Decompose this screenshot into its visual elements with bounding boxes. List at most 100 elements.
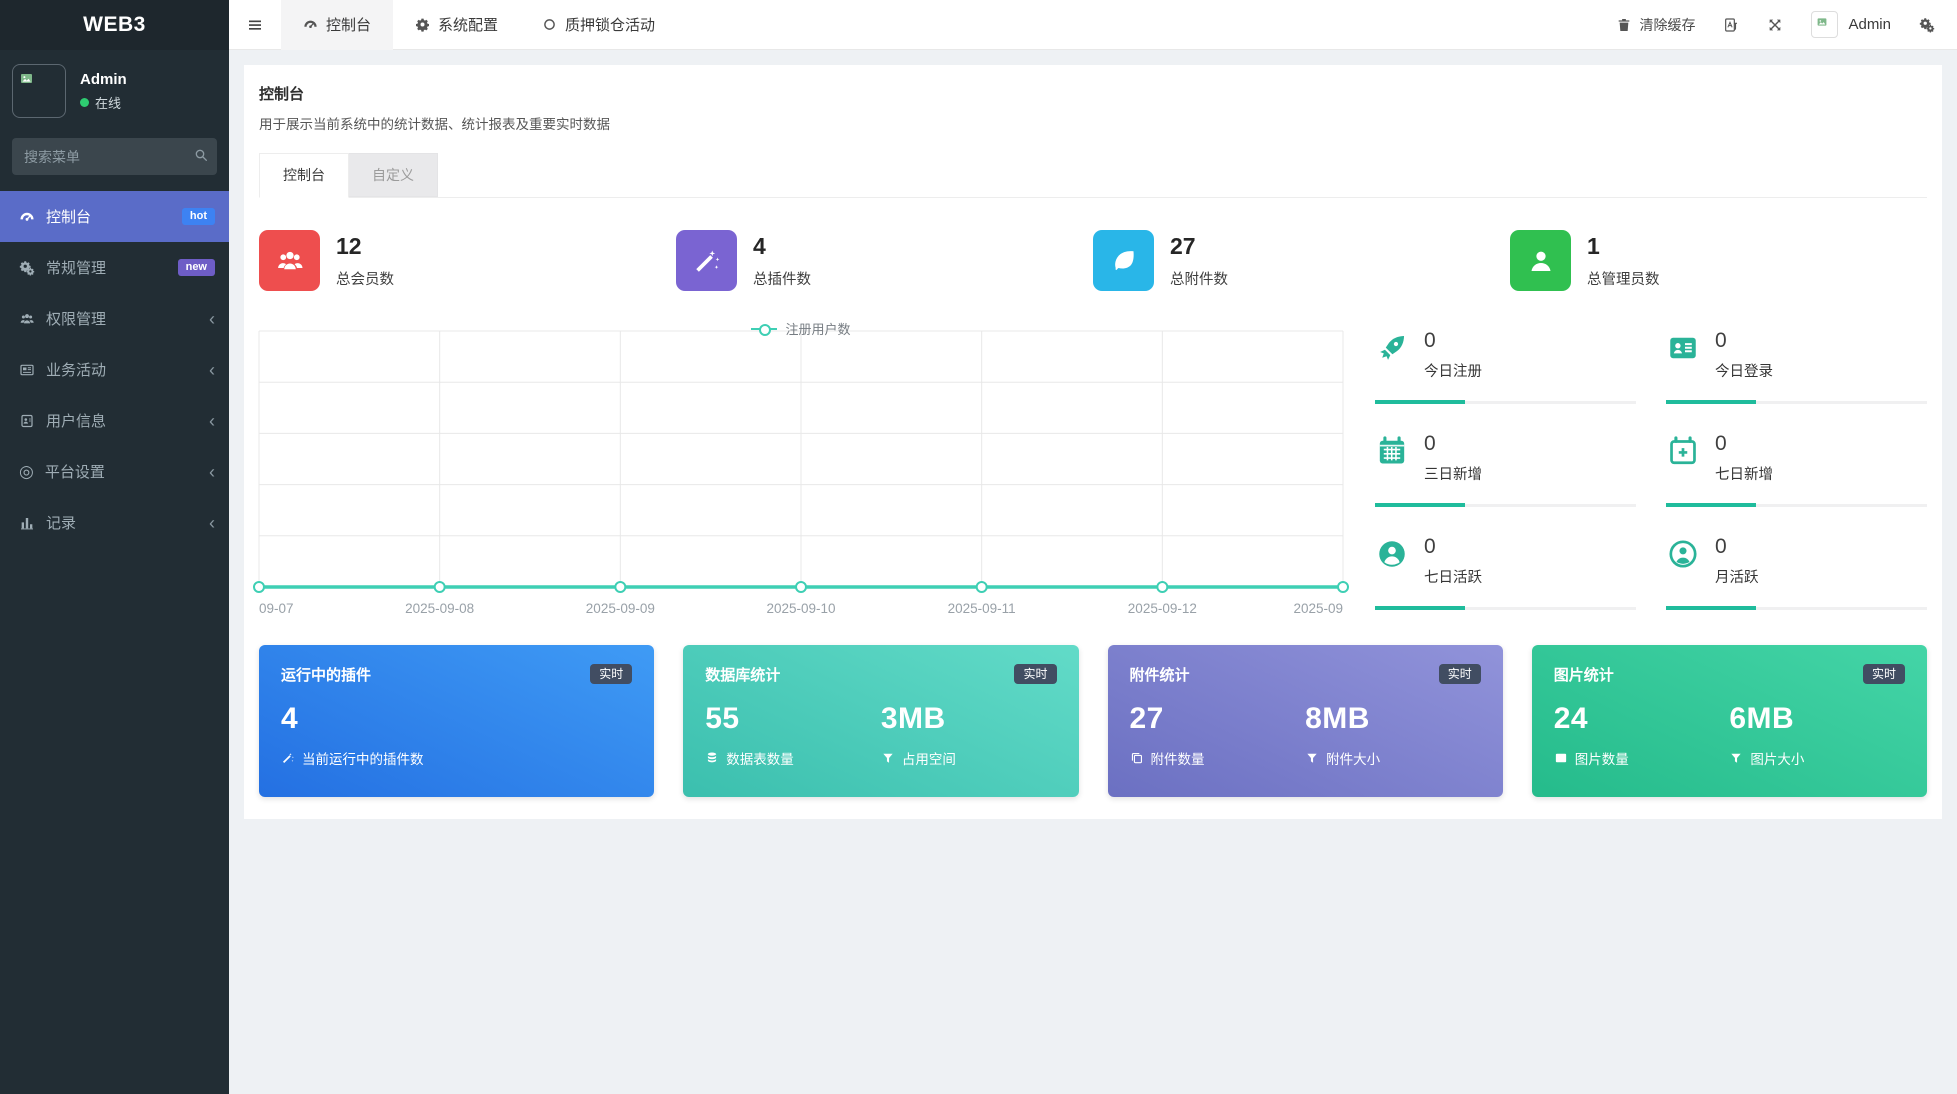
chevron-left-icon: ‹ [209,308,215,329]
tab-dashboard[interactable]: 控制台 [259,153,349,198]
filter-icon [881,751,895,765]
registered-users-chart: 注册用户数 09-07 2025-09-08 2025-09-09 2025-09-1… [253,319,1349,621]
newspaper-icon [19,362,35,378]
sidebar-user-panel: Admin 在线 [0,50,229,134]
online-dot-icon [80,97,89,107]
card-image-stats: 图片统计 实时 24 图片数量 6MB 图片大小 [1531,645,1927,797]
bullseye-icon: ◎ [19,461,34,481]
sidebar-search-input[interactable] [12,138,217,175]
quick-stat-today-registered: 0 今日注册 [1375,323,1636,404]
quick-stat-3day-new: 0 三日新增 [1375,426,1636,507]
legend-line-marker-icon [751,323,778,336]
sidebar-item-business-activity[interactable]: 业务活动 ‹ [0,344,229,395]
calendar-icon [1375,434,1409,468]
stat-total-plugins: 4 总插件数 [676,230,1093,291]
sidebar-item-dashboard[interactable]: 控制台 hot [0,191,229,242]
svg-text:2025-09-09: 2025-09-09 [586,601,655,616]
search-icon [193,147,209,163]
circle-icon [542,17,557,32]
navbar-tab-dashboard[interactable]: 控制台 [281,0,394,50]
quick-stat-month-active: 0 月活跃 [1666,529,1927,610]
card-running-plugins: 运行中的插件 实时 4 当前运行中的插件数 [259,645,655,797]
page-title: 控制台 [259,86,305,103]
accent-rule [1375,400,1636,404]
language-icon [1723,17,1739,33]
gear-icon [415,17,430,32]
sidebar-item-platform-settings[interactable]: ◎ 平台设置 ‹ [0,446,229,497]
stat-total-attachments: 27 总附件数 [1093,230,1510,291]
broken-image-icon [19,71,34,86]
sidebar-item-general-management[interactable]: 常规管理 new [0,242,229,293]
realtime-badge: 实时 [590,664,633,684]
accent-rule [1666,606,1927,610]
navbar-tab-system-config[interactable]: 系统配置 [393,0,520,50]
rocket-icon [1375,331,1409,365]
card-attachment-stats: 附件统计 实时 27 附件数量 8MB 附件大小 [1107,645,1503,797]
settings-button[interactable] [1919,17,1935,33]
user-card-icon [19,413,35,429]
chevron-left-icon: ‹ [209,359,215,380]
quick-stat-today-logins: 0 今日登录 [1666,323,1927,404]
calendar-plus-icon [1666,434,1700,468]
clear-cache-button[interactable]: 清除缓存 [1616,15,1695,35]
database-icon [705,751,719,765]
language-button[interactable] [1723,17,1739,33]
filter-icon [1305,751,1319,765]
gauge-icon [303,17,318,32]
chart-plot-area: 09-07 2025-09-08 2025-09-09 2025-09-10 2025-… [253,321,1349,621]
user-circle-outline-icon [1666,537,1700,571]
gears-icon [1919,17,1935,33]
sidebar-toggle-button[interactable] [229,0,281,50]
navbar-tab-staking-activity[interactable]: 质押锁仓活动 [520,0,677,50]
realtime-badge: 实时 [1014,664,1057,684]
hot-badge: hot [181,208,215,225]
content-tabs: 控制台 自定义 [259,153,1927,198]
search-button[interactable] [193,147,209,166]
user-name: Admin [80,70,127,88]
accent-rule [1666,503,1927,507]
gauge-icon [19,209,35,225]
user-status: 在线 [80,93,127,112]
sidebar-item-records[interactable]: 记录 ‹ [0,497,229,548]
new-badge: new [177,259,215,276]
app-logo: WEB3 [0,0,229,50]
avatar[interactable] [12,64,66,118]
top-navbar: 控制台 系统配置 质押锁仓活动 清除缓存 Admin [229,0,1957,50]
filter-icon [1729,751,1743,765]
member-group-icon [259,230,320,291]
navbar-avatar[interactable] [1811,11,1839,38]
magic-wand-icon [281,751,295,765]
realtime-badge: 实时 [1862,664,1905,684]
leaf-icon [1093,230,1154,291]
page-subtitle: 用于展示当前系统中的统计数据、统计报表及重要实时数据 [259,117,610,132]
sidebar-item-user-info[interactable]: 用户信息 ‹ [0,395,229,446]
quick-stat-7day-new: 0 七日新增 [1666,426,1927,507]
realtime-cards-row: 运行中的插件 实时 4 当前运行中的插件数 数据库统计 实时 55 数据表数量 … [259,645,1927,797]
svg-text:2025-09-10: 2025-09-10 [766,601,835,616]
navbar-username[interactable]: Admin [1848,16,1891,33]
magic-wand-icon [676,230,737,291]
accent-rule [1375,606,1636,610]
svg-text:2025-09-11: 2025-09-11 [948,601,1016,616]
image-icon [1554,751,1568,765]
chart-legend: 注册用户数 [259,319,1343,338]
accent-rule [1375,503,1636,507]
svg-text:09-07: 09-07 [259,601,294,616]
stat-total-members: 12 总会员数 [259,230,676,291]
quick-stat-7day-active: 0 七日活跃 [1375,529,1636,610]
dashboard-panel: 控制台 用于展示当前系统中的统计数据、统计报表及重要实时数据 控制台 自定义 1… [244,65,1942,819]
admin-user-icon [1510,230,1571,291]
sidebar-item-permissions[interactable]: 权限管理 ‹ [0,293,229,344]
copy-icon [1130,751,1144,765]
trash-icon [1616,17,1632,33]
tab-custom[interactable]: 自定义 [349,153,438,197]
fullscreen-button[interactable] [1767,17,1783,33]
sidebar: WEB3 Admin 在线 控制台 hot 常规管理 new [0,0,229,1094]
chevron-left-icon: ‹ [209,410,215,431]
accent-rule [1666,400,1927,404]
gears-icon [19,260,35,276]
chevron-left-icon: ‹ [209,461,215,482]
id-card-icon [1666,331,1700,365]
realtime-badge: 实时 [1438,664,1481,684]
summary-stats-row: 12 总会员数 4 总插件数 27 总附件数 1 总管理员数 [259,230,1927,291]
